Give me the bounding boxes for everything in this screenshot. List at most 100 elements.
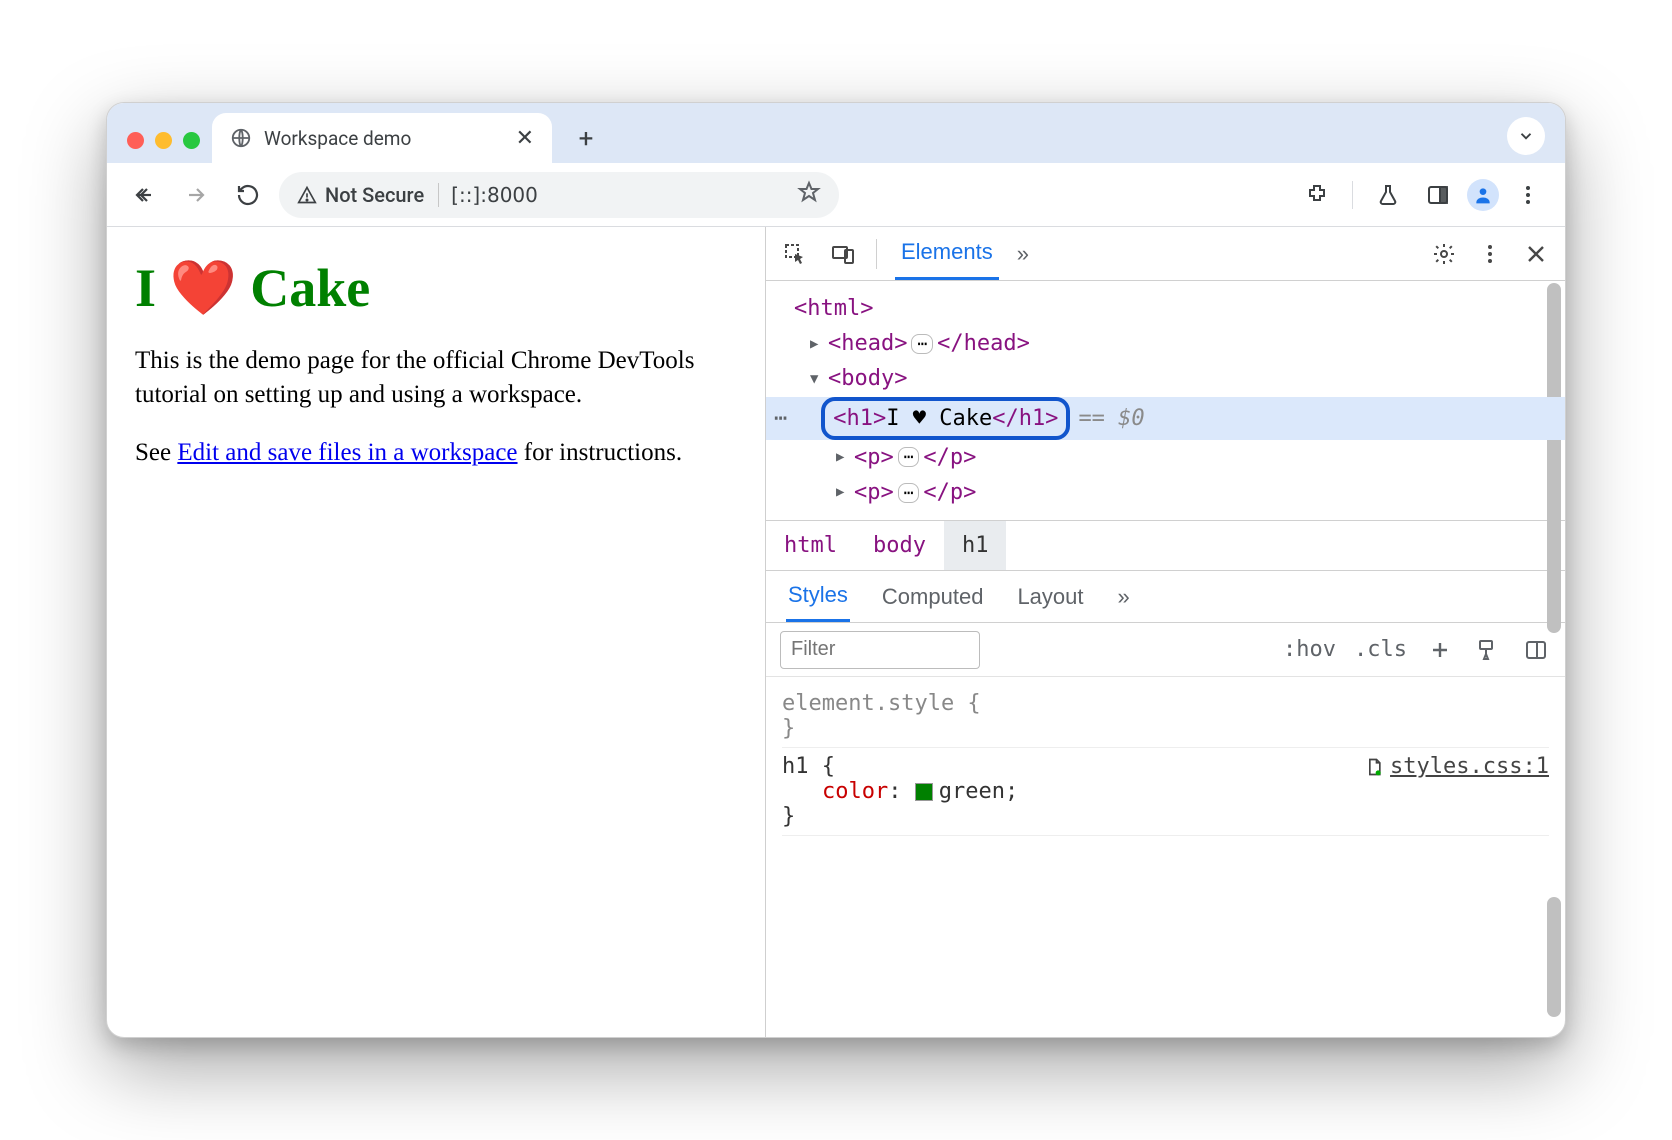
dom-node-p-close: </p> [923, 440, 976, 475]
brace-close: } [782, 716, 795, 741]
heart-icon: ❤️ [170, 258, 237, 318]
hov-toggle[interactable]: :hov [1283, 637, 1336, 662]
brace-close: } [782, 804, 795, 829]
content-area: I ❤️ Cake This is the demo page for the … [107, 227, 1565, 1037]
devtools-menu-button[interactable] [1475, 239, 1505, 269]
workspace-link[interactable]: Edit and save files in a workspace [177, 439, 517, 466]
dom-node-head-close: </head> [937, 326, 1030, 361]
rendered-page: I ❤️ Cake This is the demo page for the … [107, 227, 765, 1037]
window-controls [119, 132, 212, 163]
extensions-button[interactable] [1296, 174, 1338, 216]
h1-text: I ♥ Cake [886, 401, 992, 436]
security-chip[interactable]: Not Secure [297, 183, 439, 207]
p2-prefix: See [135, 439, 177, 466]
address-bar[interactable]: Not Secure [::]:8000 [279, 172, 839, 218]
new-tab-button[interactable]: + [566, 119, 606, 159]
page-paragraph-1: This is the demo page for the official C… [135, 344, 737, 412]
h1-selector: h1 { [782, 754, 835, 779]
subtab-computed[interactable]: Computed [880, 573, 986, 621]
dom-node-p-close: </p> [923, 475, 976, 510]
close-devtools-button[interactable] [1521, 239, 1551, 269]
paint-flash-button[interactable] [1473, 635, 1503, 665]
tab-overflow-button[interactable] [1507, 117, 1545, 155]
close-tab-button[interactable]: ✕ [516, 126, 534, 151]
toolbar-separator [1352, 181, 1353, 209]
css-prop-color[interactable]: color [822, 779, 888, 804]
rule-element-style[interactable]: element.style { } [782, 685, 1549, 748]
tab-title: Workspace demo [264, 127, 411, 150]
side-panel-button[interactable] [1417, 174, 1459, 216]
ellipsis-icon[interactable]: ⋯ [898, 483, 920, 503]
security-label: Not Secure [325, 183, 424, 207]
expand-icon[interactable]: ▶ [810, 333, 828, 355]
dom-node-p[interactable]: <p> [854, 475, 894, 510]
h1-close-tag: </h1> [992, 401, 1058, 436]
toolbar-right [1296, 174, 1549, 216]
heading-text-suffix: Cake [237, 258, 371, 318]
h1-open-tag: <h1> [833, 401, 886, 436]
forward-button[interactable] [175, 174, 217, 216]
profile-button[interactable] [1467, 179, 1499, 211]
tab-elements[interactable]: Elements [895, 227, 999, 280]
url-text: [::]:8000 [451, 183, 538, 207]
element-style-selector: element.style { [782, 691, 981, 716]
rule-source-link[interactable]: styles.css:1 [1364, 754, 1549, 779]
cls-toggle[interactable]: .cls [1354, 637, 1407, 662]
dom-node-h1-selected[interactable]: ⋯ <h1>I ♥ Cake</h1> == $0 [766, 397, 1565, 440]
expand-icon[interactable]: ▶ [836, 481, 854, 503]
scrollbar[interactable] [1547, 283, 1561, 633]
color-swatch[interactable] [915, 783, 933, 801]
dom-node-html[interactable]: <html> [794, 291, 873, 326]
minimize-window-button[interactable] [155, 132, 172, 149]
bookmark-button[interactable] [797, 180, 821, 209]
css-val-green[interactable]: green [939, 779, 1005, 804]
styles-subtabs: Styles Computed Layout » [766, 571, 1565, 623]
styles-pane[interactable]: element.style { } styles.css:1 h1 { colo… [766, 677, 1565, 1037]
subtab-layout[interactable]: Layout [1015, 573, 1085, 621]
devtools-toolbar: Elements » [766, 227, 1565, 281]
labs-button[interactable] [1367, 174, 1409, 216]
console-ref: == $0 [1078, 401, 1144, 436]
dom-node-head[interactable]: <head> [828, 326, 907, 361]
maximize-window-button[interactable] [183, 132, 200, 149]
crumb-h1[interactable]: h1 [944, 521, 1007, 570]
reload-button[interactable] [227, 174, 269, 216]
crumb-body[interactable]: body [855, 521, 944, 570]
breadcrumbs: html body h1 [766, 521, 1565, 571]
settings-button[interactable] [1429, 239, 1459, 269]
page-heading: I ❤️ Cake [135, 257, 737, 320]
gear-icon [1432, 242, 1456, 266]
separator [876, 239, 877, 269]
ellipsis-icon[interactable]: ⋯ [911, 334, 933, 354]
dom-node-body[interactable]: <body> [828, 361, 907, 396]
inspect-element-button[interactable] [780, 239, 810, 269]
heading-text-prefix: I [135, 258, 170, 318]
subtab-styles[interactable]: Styles [786, 571, 850, 622]
browser-toolbar: Not Secure [::]:8000 [107, 163, 1565, 227]
close-window-button[interactable] [127, 132, 144, 149]
browser-tab[interactable]: Workspace demo ✕ [212, 113, 552, 163]
collapse-icon[interactable]: ▼ [810, 368, 828, 390]
browser-window: Workspace demo ✕ + Not Secure [::]:8000 [106, 102, 1566, 1038]
more-actions-icon[interactable]: ⋯ [766, 401, 795, 436]
crumb-html[interactable]: html [766, 521, 855, 570]
new-style-rule-button[interactable] [1425, 635, 1455, 665]
p2-suffix: for instructions. [518, 439, 683, 466]
styles-filter-input[interactable] [780, 631, 980, 669]
expand-icon[interactable]: ▶ [836, 446, 854, 468]
rule-h1[interactable]: styles.css:1 h1 { color: green; } [782, 748, 1549, 836]
dom-node-p[interactable]: <p> [854, 440, 894, 475]
computed-toggle-button[interactable] [1521, 635, 1551, 665]
more-subtabs-button[interactable]: » [1116, 573, 1132, 621]
page-paragraph-2: See Edit and save files in a workspace f… [135, 436, 737, 470]
person-icon [1473, 185, 1493, 205]
ellipsis-icon[interactable]: ⋯ [898, 447, 920, 467]
scrollbar[interactable] [1547, 897, 1561, 1017]
device-toggle-button[interactable] [828, 239, 858, 269]
more-tabs-button[interactable]: » [1017, 241, 1029, 267]
back-button[interactable] [123, 174, 165, 216]
styles-filter-row: :hov .cls [766, 623, 1565, 677]
menu-button[interactable] [1507, 174, 1549, 216]
devtools-panel: Elements » <html> ▶<head>⋯</head> [765, 227, 1565, 1037]
dom-tree[interactable]: <html> ▶<head>⋯</head> ▼<body> ⋯ <h1>I ♥… [766, 281, 1565, 521]
